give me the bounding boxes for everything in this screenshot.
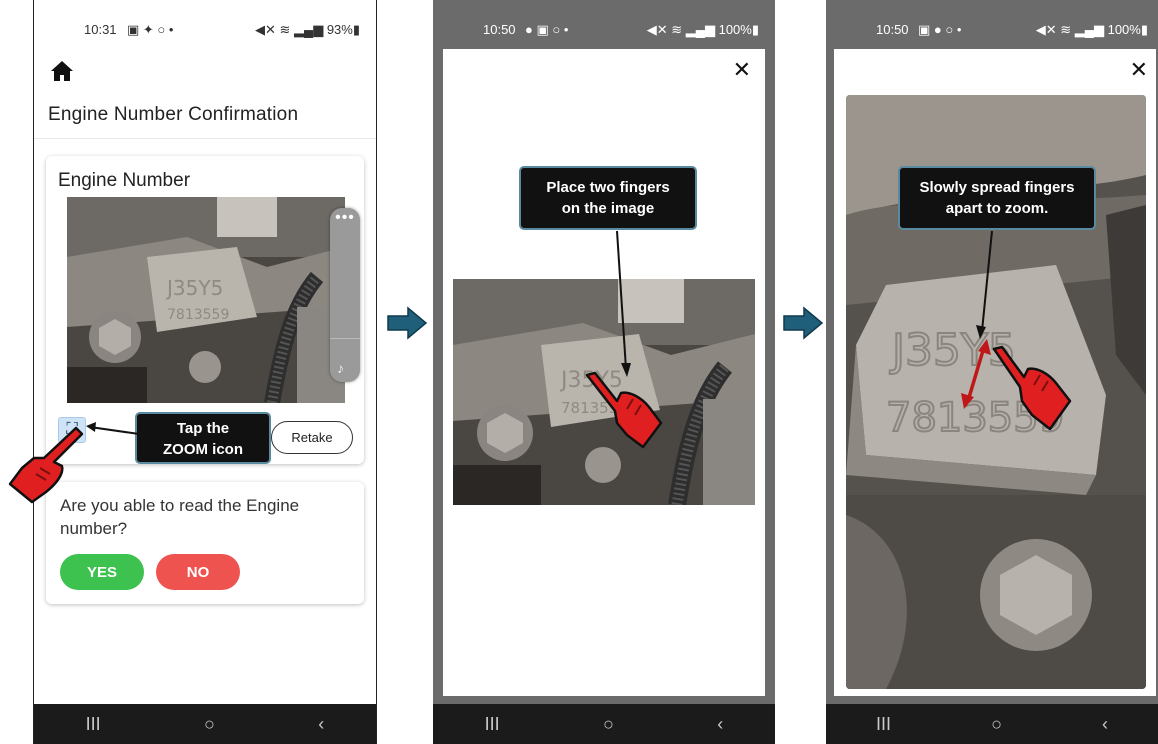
android-nav-bar: III ○ ‹	[433, 704, 775, 744]
retake-button[interactable]: Retake	[271, 421, 353, 454]
recents-button[interactable]: III	[485, 714, 500, 735]
hand-pointer-icon	[585, 371, 663, 449]
callout-line-2: ZOOM icon	[163, 441, 243, 458]
back-button[interactable]: ‹	[717, 714, 723, 735]
no-button[interactable]: NO	[156, 554, 240, 590]
status-time: 10:31	[84, 22, 117, 37]
phone-panel-3: 10:50 ▣ ● ○ • ◀✕ ≋ ▂▄▆ 100%▮ ✕ J35Y5 781…	[826, 0, 1158, 744]
status-time: 10:50	[876, 22, 909, 37]
hand-pointer-icon	[992, 345, 1072, 431]
header-divider	[34, 138, 376, 139]
phone-panel-1: 10:31 ▣ ✦ ○ • ◀✕ ≋ ▂▄▆ 93%▮ Engine Numbe…	[33, 0, 377, 744]
home-icon[interactable]	[50, 60, 74, 87]
recents-button[interactable]: III	[876, 714, 891, 735]
engine-stamp-text: J35Y5	[165, 276, 223, 300]
tap-zoom-callout: Tap the ZOOM icon	[135, 412, 271, 464]
status-right-icons: ◀✕ ≋ ▂▄▆ 100%▮	[1035, 22, 1148, 37]
page-title: Engine Number Confirmation	[48, 104, 299, 125]
close-icon[interactable]: ✕	[1130, 57, 1148, 83]
close-icon[interactable]: ✕	[733, 57, 751, 83]
music-note-icon: ♪	[337, 360, 344, 376]
card-title: Engine Number	[58, 170, 191, 191]
question-text: Are you able to read the Engine number?	[60, 496, 300, 538]
yes-button[interactable]: YES	[60, 554, 144, 590]
callout-line-1: Slowly spread fingers	[919, 179, 1075, 196]
home-nav-button[interactable]: ○	[603, 714, 614, 735]
status-bar: 10:50 ▣ ● ○ • ◀✕ ≋ ▂▄▆ 100%▮	[826, 0, 1158, 48]
home-nav-button[interactable]: ○	[204, 714, 215, 735]
pointer-line	[976, 230, 993, 339]
android-nav-bar: III ○ ‹	[826, 704, 1158, 744]
recents-button[interactable]: III	[86, 714, 101, 735]
status-time: 10:50	[483, 22, 516, 37]
pointer-line	[86, 422, 140, 435]
place-fingers-callout: Place two fingers on the image	[519, 166, 697, 230]
engine-photo[interactable]: J35Y5 7813559	[67, 197, 345, 403]
phone-panel-2: 10:50 ● ▣ ○ • ◀✕ ≋ ▂▄▆ 100%▮ ✕ J35Y5 781…	[433, 0, 775, 744]
pointer-line	[616, 230, 631, 377]
step-arrow-icon	[387, 306, 428, 340]
step-arrow-icon	[783, 306, 824, 340]
status-left-icons: ● ▣ ○ •	[525, 22, 569, 37]
image-viewer: ✕ J35Y5 7813559	[443, 49, 765, 696]
status-bar: 10:50 ● ▣ ○ • ◀✕ ≋ ▂▄▆ 100%▮	[433, 0, 775, 48]
spread-fingers-callout: Slowly spread fingers apart to zoom.	[898, 166, 1096, 230]
status-left-icons: ▣ ● ○ •	[918, 22, 962, 37]
home-nav-button[interactable]: ○	[991, 714, 1002, 735]
callout-line-1: Place two fingers	[546, 179, 670, 196]
image-viewer: ✕ J35Y5 7813559	[834, 49, 1156, 696]
svg-text:7813559: 7813559	[167, 307, 229, 323]
more-icon[interactable]: •••	[330, 208, 360, 228]
hand-pointer-icon	[8, 426, 84, 504]
status-right-icons: ◀✕ ≋ ▂▄▆ 100%▮	[646, 22, 759, 37]
status-right-icons: ◀✕ ≋ ▂▄▆ 93%▮	[255, 22, 360, 37]
back-button[interactable]: ‹	[318, 714, 324, 735]
floating-side-panel[interactable]: ••• ♪	[330, 208, 360, 382]
callout-line-1: Tap the	[176, 420, 230, 437]
callout-line-2: on the image	[561, 200, 655, 217]
back-button[interactable]: ‹	[1102, 714, 1108, 735]
android-nav-bar: III ○ ‹	[34, 704, 376, 744]
callout-line-2: apart to zoom.	[945, 200, 1049, 217]
status-left-icons: ▣ ✦ ○ •	[127, 22, 174, 37]
status-bar: 10:31 ▣ ✦ ○ • ◀✕ ≋ ▂▄▆ 93%▮	[34, 0, 376, 48]
